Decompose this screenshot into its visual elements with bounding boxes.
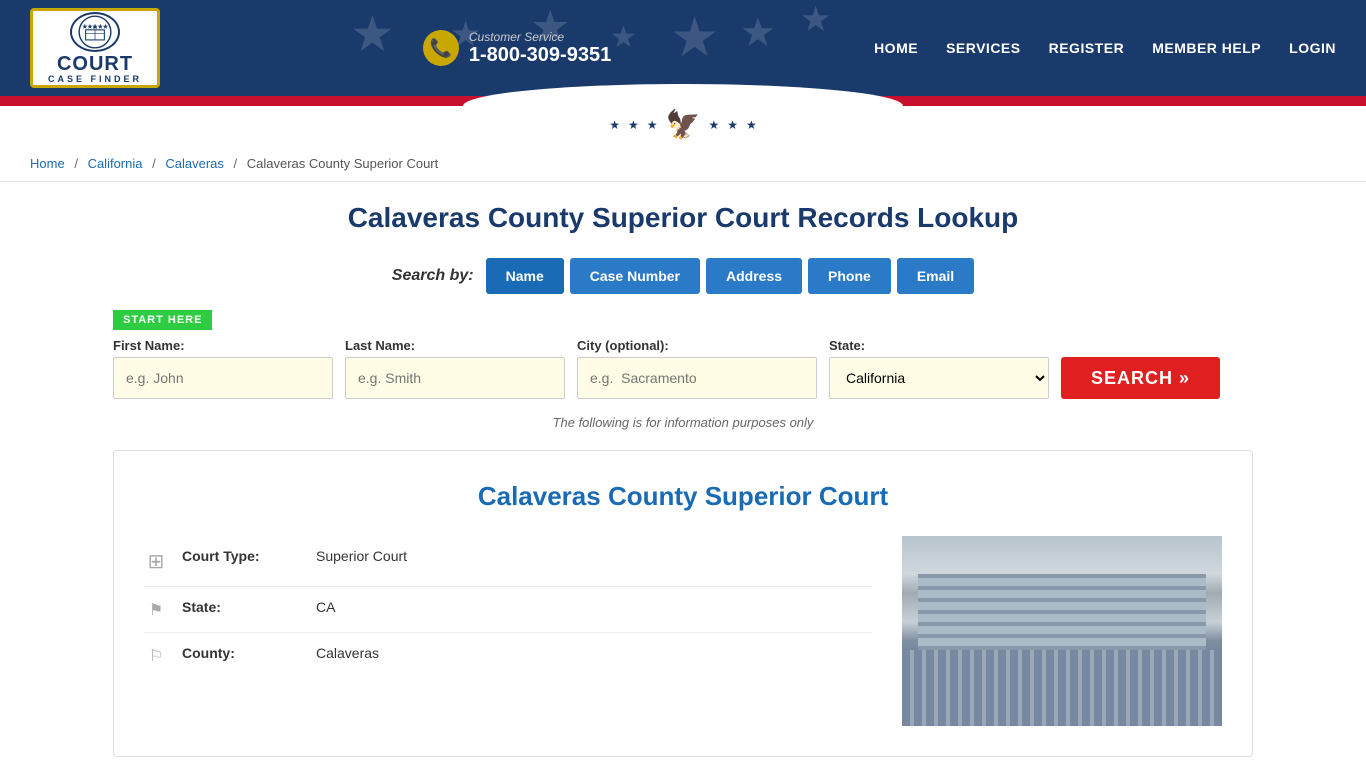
court-card: Calaveras County Superior Court ⊞ Court … bbox=[113, 450, 1253, 757]
last-name-input[interactable] bbox=[345, 357, 565, 399]
tab-email[interactable]: Email bbox=[897, 258, 974, 294]
breadcrumb-calaveras[interactable]: Calaveras bbox=[165, 156, 224, 171]
state-label: State: bbox=[829, 338, 1049, 353]
first-name-input[interactable] bbox=[113, 357, 333, 399]
court-county-row: ⚐ County: Calaveras bbox=[144, 633, 872, 678]
logo-area[interactable]: ★★★★★ COURT CASE FINDER bbox=[30, 8, 160, 88]
phone-area: 📞 Customer Service 1-800-309-9351 bbox=[423, 30, 611, 67]
nav-login[interactable]: LOGIN bbox=[1289, 40, 1336, 56]
court-image bbox=[902, 536, 1222, 726]
court-state-label: State: bbox=[182, 599, 302, 615]
court-card-title: Calaveras County Superior Court bbox=[144, 481, 1222, 512]
court-card-body: ⊞ Court Type: Superior Court ⚑ State: CA… bbox=[144, 536, 1222, 726]
nav-home[interactable]: HOME bbox=[874, 40, 918, 56]
tab-case-number[interactable]: Case Number bbox=[570, 258, 700, 294]
red-stripe bbox=[0, 96, 1366, 106]
phone-icon: 📞 bbox=[423, 30, 459, 66]
main-nav: HOME SERVICES REGISTER MEMBER HELP LOGIN bbox=[874, 40, 1336, 56]
nav-member-help[interactable]: MEMBER HELP bbox=[1152, 40, 1261, 56]
logo-case-text: CASE FINDER bbox=[48, 74, 142, 84]
star-left-2: ★ bbox=[628, 118, 639, 132]
court-info-table: ⊞ Court Type: Superior Court ⚑ State: CA… bbox=[144, 536, 872, 726]
court-type-row: ⊞ Court Type: Superior Court bbox=[144, 536, 872, 587]
patriotic-swoosh: ★ ★ ★ 🦅 ★ ★ ★ bbox=[0, 96, 1366, 146]
court-type-icon: ⊞ bbox=[144, 549, 168, 574]
start-here-badge: START HERE bbox=[113, 310, 212, 330]
breadcrumb-sep-3: / bbox=[234, 156, 238, 171]
phone-number: 1-800-309-9351 bbox=[469, 44, 611, 67]
search-form-row: First Name: Last Name: City (optional): … bbox=[113, 338, 1253, 399]
tab-name[interactable]: Name bbox=[486, 258, 564, 294]
city-input[interactable] bbox=[577, 357, 817, 399]
customer-service-label: Customer Service bbox=[469, 30, 611, 44]
page-title: Calaveras County Superior Court Records … bbox=[113, 202, 1253, 234]
logo-box: ★★★★★ COURT CASE FINDER bbox=[30, 8, 160, 88]
court-state-icon: ⚑ bbox=[144, 600, 168, 620]
breadcrumb: Home / California / Calaveras / Calavera… bbox=[0, 146, 1366, 182]
last-name-group: Last Name: bbox=[345, 338, 565, 399]
court-county-icon: ⚐ bbox=[144, 646, 168, 666]
state-select[interactable]: AlabamaAlaskaArizonaArkansasCaliforniaCo… bbox=[829, 357, 1049, 399]
breadcrumb-home[interactable]: Home bbox=[30, 156, 65, 171]
state-group: State: AlabamaAlaskaArizonaArkansasCalif… bbox=[829, 338, 1049, 399]
star-right-1: ★ bbox=[708, 118, 719, 132]
star-left-1: ★ bbox=[609, 118, 620, 132]
eagle-row: ★ ★ ★ 🦅 ★ ★ ★ bbox=[0, 106, 1366, 146]
court-building-photo bbox=[902, 536, 1222, 726]
last-name-label: Last Name: bbox=[345, 338, 565, 353]
tab-phone[interactable]: Phone bbox=[808, 258, 891, 294]
search-by-label: Search by: bbox=[392, 267, 474, 285]
main-content: Calaveras County Superior Court Records … bbox=[83, 182, 1283, 777]
court-state-row: ⚑ State: CA bbox=[144, 587, 872, 633]
star-left-3: ★ bbox=[647, 118, 658, 132]
city-group: City (optional): bbox=[577, 338, 817, 399]
search-button[interactable]: SEARCH » bbox=[1061, 357, 1220, 399]
court-type-value: Superior Court bbox=[316, 548, 407, 564]
star-right-2: ★ bbox=[727, 118, 738, 132]
star-right-3: ★ bbox=[746, 118, 757, 132]
first-name-group: First Name: bbox=[113, 338, 333, 399]
breadcrumb-sep-1: / bbox=[74, 156, 78, 171]
info-note: The following is for information purpose… bbox=[113, 415, 1253, 430]
tab-address[interactable]: Address bbox=[706, 258, 802, 294]
search-by-row: Search by: Name Case Number Address Phon… bbox=[113, 258, 1253, 294]
eagle-icon: 🦅 bbox=[666, 108, 701, 141]
search-form-container: START HERE First Name: Last Name: City (… bbox=[113, 310, 1253, 399]
logo-circle: ★★★★★ bbox=[70, 12, 120, 52]
breadcrumb-current: Calaveras County Superior Court bbox=[247, 156, 438, 171]
logo-court-text: COURT bbox=[57, 54, 133, 74]
court-county-label: County: bbox=[182, 645, 302, 661]
eagle-stars-row: ★ ★ ★ 🦅 ★ ★ ★ bbox=[609, 108, 756, 141]
court-county-value: Calaveras bbox=[316, 645, 379, 661]
nav-register[interactable]: REGISTER bbox=[1049, 40, 1125, 56]
breadcrumb-sep-2: / bbox=[152, 156, 156, 171]
court-state-value: CA bbox=[316, 599, 335, 615]
city-label: City (optional): bbox=[577, 338, 817, 353]
first-name-label: First Name: bbox=[113, 338, 333, 353]
site-header: ★ ★ ★ ★ ★ ★ ★ ★★★★★ bbox=[0, 0, 1366, 96]
court-type-label: Court Type: bbox=[182, 548, 302, 564]
nav-services[interactable]: SERVICES bbox=[946, 40, 1021, 56]
breadcrumb-california[interactable]: California bbox=[88, 156, 143, 171]
